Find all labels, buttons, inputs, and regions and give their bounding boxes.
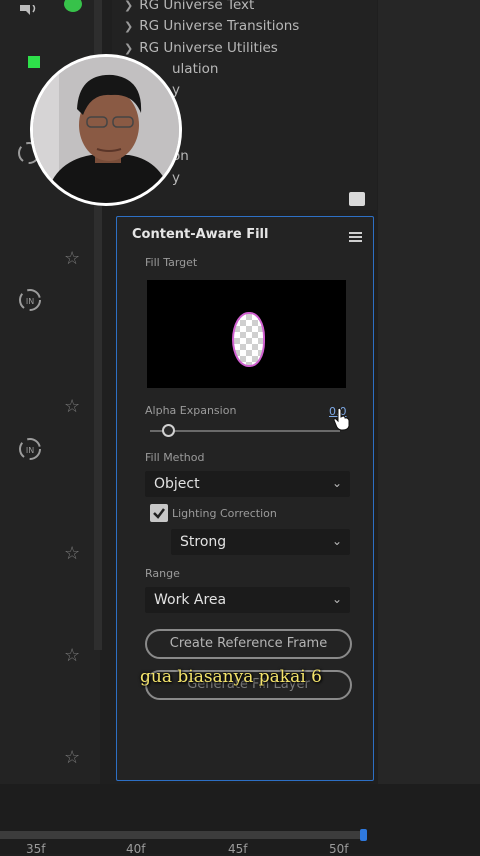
chevron-right-icon: ❯ bbox=[124, 20, 134, 33]
svg-text:IN: IN bbox=[26, 446, 34, 455]
range-value: Work Area bbox=[154, 592, 227, 608]
alpha-expansion-label: Alpha Expansion bbox=[145, 404, 237, 417]
playhead-handle[interactable] bbox=[360, 829, 367, 841]
presenter-photo bbox=[33, 57, 179, 203]
lighting-strength-value: Strong bbox=[180, 534, 227, 550]
panel-title: Content-Aware Fill bbox=[132, 227, 269, 242]
star-icon[interactable]: ☆ bbox=[64, 250, 80, 268]
effects-folder-simulation[interactable]: ulation bbox=[172, 61, 218, 77]
cycle-in-icon[interactable]: IN bbox=[17, 287, 43, 313]
range-label: Range bbox=[145, 567, 180, 580]
star-icon[interactable]: ☆ bbox=[64, 545, 80, 563]
video-subtitle: gua biasanya pakai 6 bbox=[140, 667, 322, 687]
alpha-expansion-slider-track[interactable] bbox=[150, 430, 340, 432]
chevron-right-icon: ❯ bbox=[124, 42, 134, 55]
fill-method-select[interactable]: Object ⌄ bbox=[145, 471, 350, 497]
effects-folder-rg-universe-text[interactable]: ❯ RG Universe Text bbox=[124, 0, 254, 13]
lighting-correction-checkbox[interactable] bbox=[150, 504, 168, 522]
lighting-correction-label: Lighting Correction bbox=[172, 507, 277, 520]
chevron-right-icon: ❯ bbox=[124, 0, 134, 12]
fill-target-mask bbox=[232, 312, 265, 367]
fill-target-label: Fill Target bbox=[145, 256, 198, 269]
chevron-down-icon: ⌄ bbox=[331, 534, 342, 548]
right-empty-area bbox=[378, 0, 480, 784]
lighting-strength-select[interactable]: Strong ⌄ bbox=[171, 529, 350, 555]
star-icon[interactable]: ☆ bbox=[64, 647, 80, 665]
speaker-icon[interactable] bbox=[18, 0, 38, 15]
effects-folder-rg-universe-utilities[interactable]: ❯ RG Universe Utilities bbox=[124, 40, 278, 56]
fill-method-label: Fill Method bbox=[145, 451, 205, 464]
hand-cursor-icon bbox=[333, 407, 351, 431]
chevron-down-icon: ⌄ bbox=[331, 476, 342, 490]
star-icon[interactable]: ☆ bbox=[64, 398, 80, 416]
chevron-down-icon: ⌄ bbox=[331, 592, 342, 606]
work-area-bar[interactable] bbox=[0, 831, 364, 839]
webcam-overlay bbox=[30, 54, 182, 206]
fill-method-value: Object bbox=[154, 476, 200, 492]
create-reference-frame-button[interactable]: Create Reference Frame bbox=[145, 629, 352, 659]
cycle-in-icon[interactable]: IN bbox=[17, 436, 43, 462]
effects-folder-rg-universe-transitions[interactable]: ❯ RG Universe Transitions bbox=[124, 18, 299, 34]
new-folder-icon[interactable] bbox=[349, 192, 365, 206]
star-icon[interactable]: ☆ bbox=[64, 749, 80, 767]
effects-folder-utility[interactable]: y bbox=[172, 170, 180, 186]
alpha-expansion-slider-handle[interactable] bbox=[162, 424, 175, 437]
active-indicator-icon bbox=[28, 56, 40, 68]
svg-text:IN: IN bbox=[26, 297, 34, 306]
range-select[interactable]: Work Area ⌄ bbox=[145, 587, 350, 613]
panel-menu-icon[interactable] bbox=[349, 228, 362, 242]
